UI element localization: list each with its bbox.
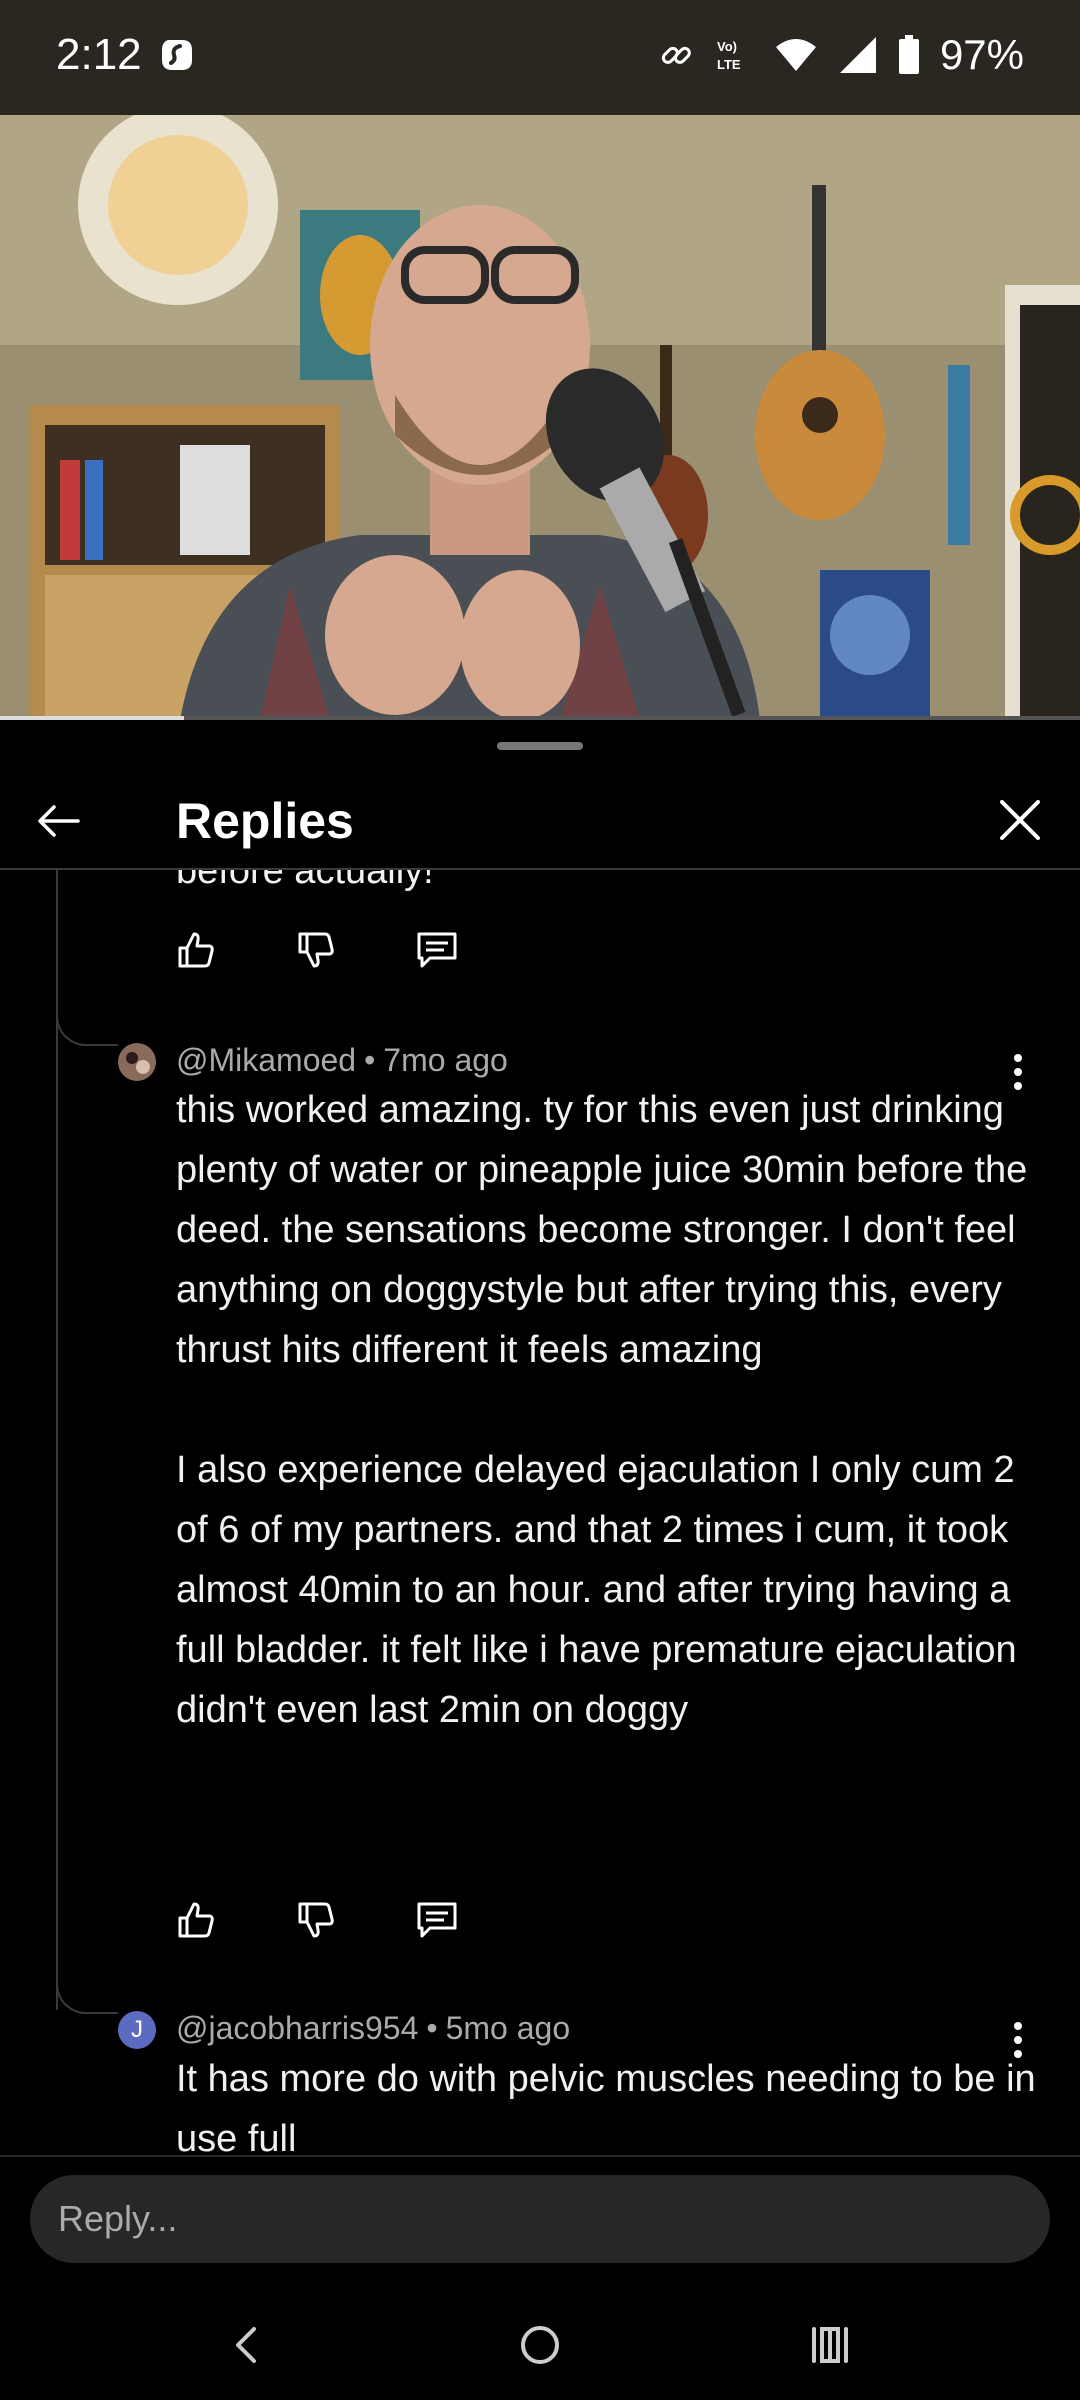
meta-separator: • (426, 2010, 438, 2046)
video-player[interactable] (0, 115, 1080, 720)
nav-recents-icon[interactable] (800, 2315, 860, 2375)
signal-icon (839, 37, 876, 73)
sheet-header: Replies (0, 770, 1080, 870)
drag-handle[interactable] (497, 742, 583, 750)
volte-icon: Vo) LTE (717, 39, 741, 72)
like-button[interactable] (176, 1895, 296, 1945)
wifi-icon (775, 39, 816, 71)
thumbs-up-icon (178, 1902, 214, 1938)
status-time: 2:12 (56, 30, 142, 79)
avatar[interactable]: J (118, 2011, 156, 2049)
nav-home-icon[interactable] (510, 2315, 570, 2375)
reply-actions (176, 1895, 536, 1945)
previous-reply-text: before actually! (176, 870, 434, 892)
dislike-button[interactable] (296, 925, 416, 975)
like-button[interactable] (176, 925, 296, 975)
sheet-title: Replies (176, 793, 354, 849)
reply-input[interactable] (30, 2175, 1050, 2263)
back-arrow-icon[interactable] (34, 796, 84, 846)
avatar[interactable] (118, 1043, 156, 1081)
comment-icon (417, 932, 457, 968)
replies-sheet: Replies before actually! @Mikamoed • 7mo… (0, 720, 1080, 2160)
reply-author[interactable]: @Mikamoed (176, 1042, 356, 1078)
reply-button[interactable] (416, 1895, 536, 1945)
dislike-button[interactable] (296, 1895, 416, 1945)
link-icon (661, 46, 691, 64)
system-nav-bar (0, 2285, 1080, 2400)
thread-branch (56, 1958, 118, 2014)
svg-text:Vo): Vo) (717, 39, 737, 54)
reply-text: this worked amazing. ty for this even ju… (176, 1089, 1028, 1731)
status-bar: 2:12 Vo) LTE 97% (0, 0, 1080, 115)
avatar-image (118, 1043, 156, 1081)
battery-percent: 97% (939, 31, 1024, 78)
meta-separator: • (364, 1042, 376, 1078)
reply-meta: @Mikamoed • 7mo ago (176, 1042, 508, 1079)
close-icon[interactable] (996, 796, 1044, 844)
video-frame (0, 115, 1080, 720)
thread-branch (56, 990, 118, 1046)
previous-reply-actions (176, 925, 536, 975)
shazam-icon (162, 40, 192, 70)
thumbs-down-icon (298, 1902, 334, 1938)
reply-age: 7mo ago (383, 1042, 508, 1078)
nav-back-icon[interactable] (218, 2315, 278, 2375)
comment-icon (417, 1902, 457, 1938)
reply-meta: @jacobharris954 • 5mo ago (176, 2010, 570, 2047)
reply-bar (0, 2155, 1080, 2285)
avatar-letter: J (131, 2016, 143, 2043)
reply-age: 5mo ago (445, 2010, 571, 2046)
replies-list[interactable]: before actually! @Mikamoed • 7mo ago thi… (0, 870, 1080, 2155)
reply-author[interactable]: @jacobharris954 (176, 2010, 418, 2046)
thumbs-up-icon (178, 932, 214, 968)
thread-line (56, 870, 58, 2010)
reply-button[interactable] (416, 925, 536, 975)
reply-text: It has more do with pelvic muscles needi… (176, 2058, 1036, 2155)
thumbs-down-icon (298, 932, 334, 968)
battery-icon (898, 35, 919, 74)
svg-text:LTE: LTE (717, 57, 741, 72)
